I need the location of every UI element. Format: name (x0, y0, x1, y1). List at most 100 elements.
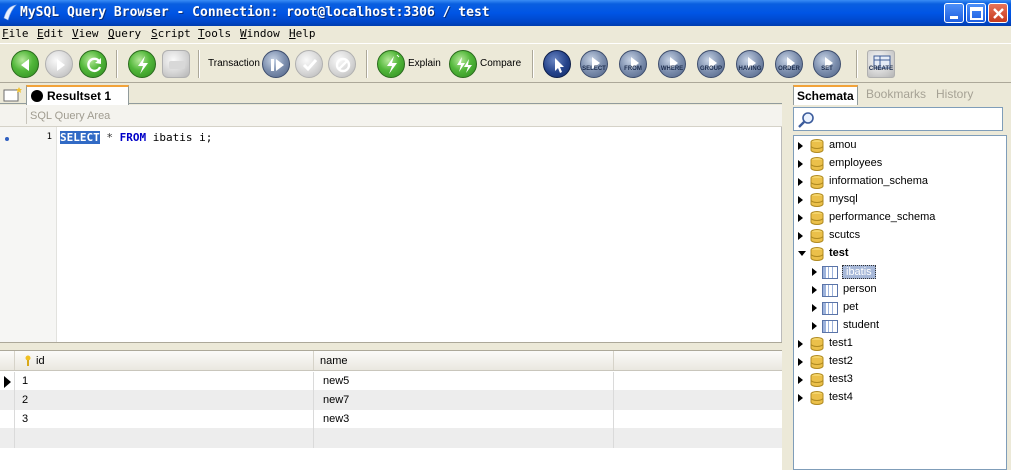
database-icon (810, 247, 824, 261)
expand-arrow-icon[interactable] (812, 304, 817, 312)
menu-query[interactable]: Query (108, 27, 141, 40)
tab-history[interactable]: History (936, 87, 973, 101)
tab-resultset-1[interactable]: Resultset 1 (26, 85, 129, 105)
table-row-empty[interactable] (0, 429, 782, 448)
cursor-icon (555, 58, 564, 73)
order-clause-button[interactable] (775, 50, 803, 78)
from-clause-button[interactable] (619, 50, 647, 78)
maximize-button[interactable] (966, 3, 986, 23)
where-clause-button[interactable] (658, 50, 686, 78)
mysql-app-icon (3, 4, 17, 21)
toolbar-separator (198, 50, 200, 78)
expand-arrow-icon[interactable] (798, 394, 803, 402)
database-icon (810, 355, 824, 369)
cell-name[interactable]: new5 (323, 375, 349, 387)
minimize-button[interactable] (944, 3, 964, 23)
column-header-id[interactable]: id (36, 355, 45, 367)
schema-tree[interactable]: amou employees information_schema mysql … (793, 135, 1007, 470)
collapse-arrow-icon[interactable] (798, 251, 806, 256)
arrow-right-icon (57, 59, 65, 71)
result-grid[interactable]: id name 1 new5 2 new7 3 new3 (0, 351, 782, 470)
expand-arrow-icon[interactable] (798, 340, 803, 348)
menu-view[interactable]: View (72, 27, 99, 40)
menu-script[interactable]: Script (151, 27, 191, 40)
commit-button[interactable] (295, 50, 323, 78)
sql-query-area[interactable]: SQL Query Area 1 SELECT * FROM ibatis i; (0, 105, 782, 342)
explain-icon-button[interactable] (377, 50, 405, 78)
group-clause-button[interactable] (697, 50, 725, 78)
toolbar-separator (366, 50, 368, 78)
forward-button[interactable] (45, 50, 73, 78)
database-icon (810, 193, 824, 207)
cell-id[interactable]: 1 (22, 375, 28, 387)
compare-icon-button[interactable] (449, 50, 477, 78)
close-button[interactable] (988, 3, 1008, 23)
primary-key-icon (25, 355, 31, 366)
expand-arrow-icon[interactable] (798, 142, 803, 150)
expand-arrow-icon[interactable] (812, 322, 817, 330)
cell-divider (14, 372, 15, 391)
order-clause-caption: ORDER (778, 66, 800, 72)
set-clause-button[interactable] (813, 50, 841, 78)
column-divider (14, 351, 15, 370)
result-tab-strip: Resultset 1 (0, 84, 782, 105)
new-tab-icon[interactable] (2, 86, 24, 102)
resultset-icon (31, 90, 43, 102)
arrow-right-icon (631, 57, 639, 69)
close-icon (993, 8, 1004, 19)
pointer-button[interactable] (543, 50, 571, 78)
expand-arrow-icon[interactable] (798, 214, 803, 222)
expand-arrow-icon[interactable] (798, 160, 803, 168)
column-header-name[interactable]: name (320, 355, 348, 367)
start-transaction-button[interactable] (262, 50, 290, 78)
select-clause-button[interactable] (580, 50, 608, 78)
expand-arrow-icon[interactable] (798, 232, 803, 240)
compare-icon (457, 57, 472, 73)
back-button[interactable] (11, 50, 39, 78)
set-clause-caption: SET (821, 66, 833, 72)
cell-name[interactable]: new3 (323, 413, 349, 425)
menu-help[interactable]: Help (289, 27, 316, 40)
expand-arrow-icon[interactable] (798, 178, 803, 186)
cell-divider (313, 391, 314, 410)
menu-tools[interactable]: Tools (198, 27, 231, 40)
stop-button[interactable] (162, 50, 190, 78)
expand-arrow-icon[interactable] (798, 196, 803, 204)
cell-divider (613, 391, 614, 410)
compare-label[interactable]: Compare (480, 58, 521, 69)
tree-label: scutcs (829, 229, 861, 241)
play-icon (271, 59, 284, 71)
create-button[interactable] (867, 50, 895, 78)
table-row[interactable]: 1 new5 (0, 372, 782, 391)
table-row[interactable]: 3 new3 (0, 410, 782, 429)
pane-splitter[interactable] (0, 342, 782, 351)
execute-button[interactable] (128, 50, 156, 78)
arrow-right-icon (748, 57, 756, 69)
schema-search-input[interactable] (793, 107, 1003, 131)
select-clause-caption: SELECT (582, 66, 606, 72)
table-row[interactable]: 2 new7 (0, 391, 782, 410)
sql-editor[interactable]: SELECT * FROM ibatis i; (60, 131, 212, 144)
expand-arrow-icon[interactable] (798, 376, 803, 384)
tree-label: mysql (829, 193, 858, 205)
expand-arrow-icon[interactable] (812, 286, 817, 294)
database-icon (810, 229, 824, 243)
expand-arrow-icon[interactable] (812, 268, 817, 276)
menu-window[interactable]: Window (240, 27, 280, 40)
maximize-icon (970, 7, 983, 20)
menu-file[interactable]: File (2, 27, 29, 40)
tab-schemata[interactable]: Schemata (793, 85, 858, 105)
refresh-button[interactable] (79, 50, 107, 78)
expand-arrow-icon[interactable] (798, 358, 803, 366)
cell-id[interactable]: 2 (22, 394, 28, 406)
sql-area-label: SQL Query Area (30, 110, 111, 122)
menu-edit[interactable]: Edit (37, 27, 64, 40)
cell-name[interactable]: new7 (323, 394, 349, 406)
cell-id[interactable]: 3 (22, 413, 28, 425)
explain-label[interactable]: Explain (408, 58, 441, 69)
rollback-button[interactable] (328, 50, 356, 78)
tab-bookmarks[interactable]: Bookmarks (866, 87, 926, 101)
having-clause-button[interactable] (736, 50, 764, 78)
line-gutter: 1 (0, 127, 57, 342)
search-icon (798, 112, 814, 128)
